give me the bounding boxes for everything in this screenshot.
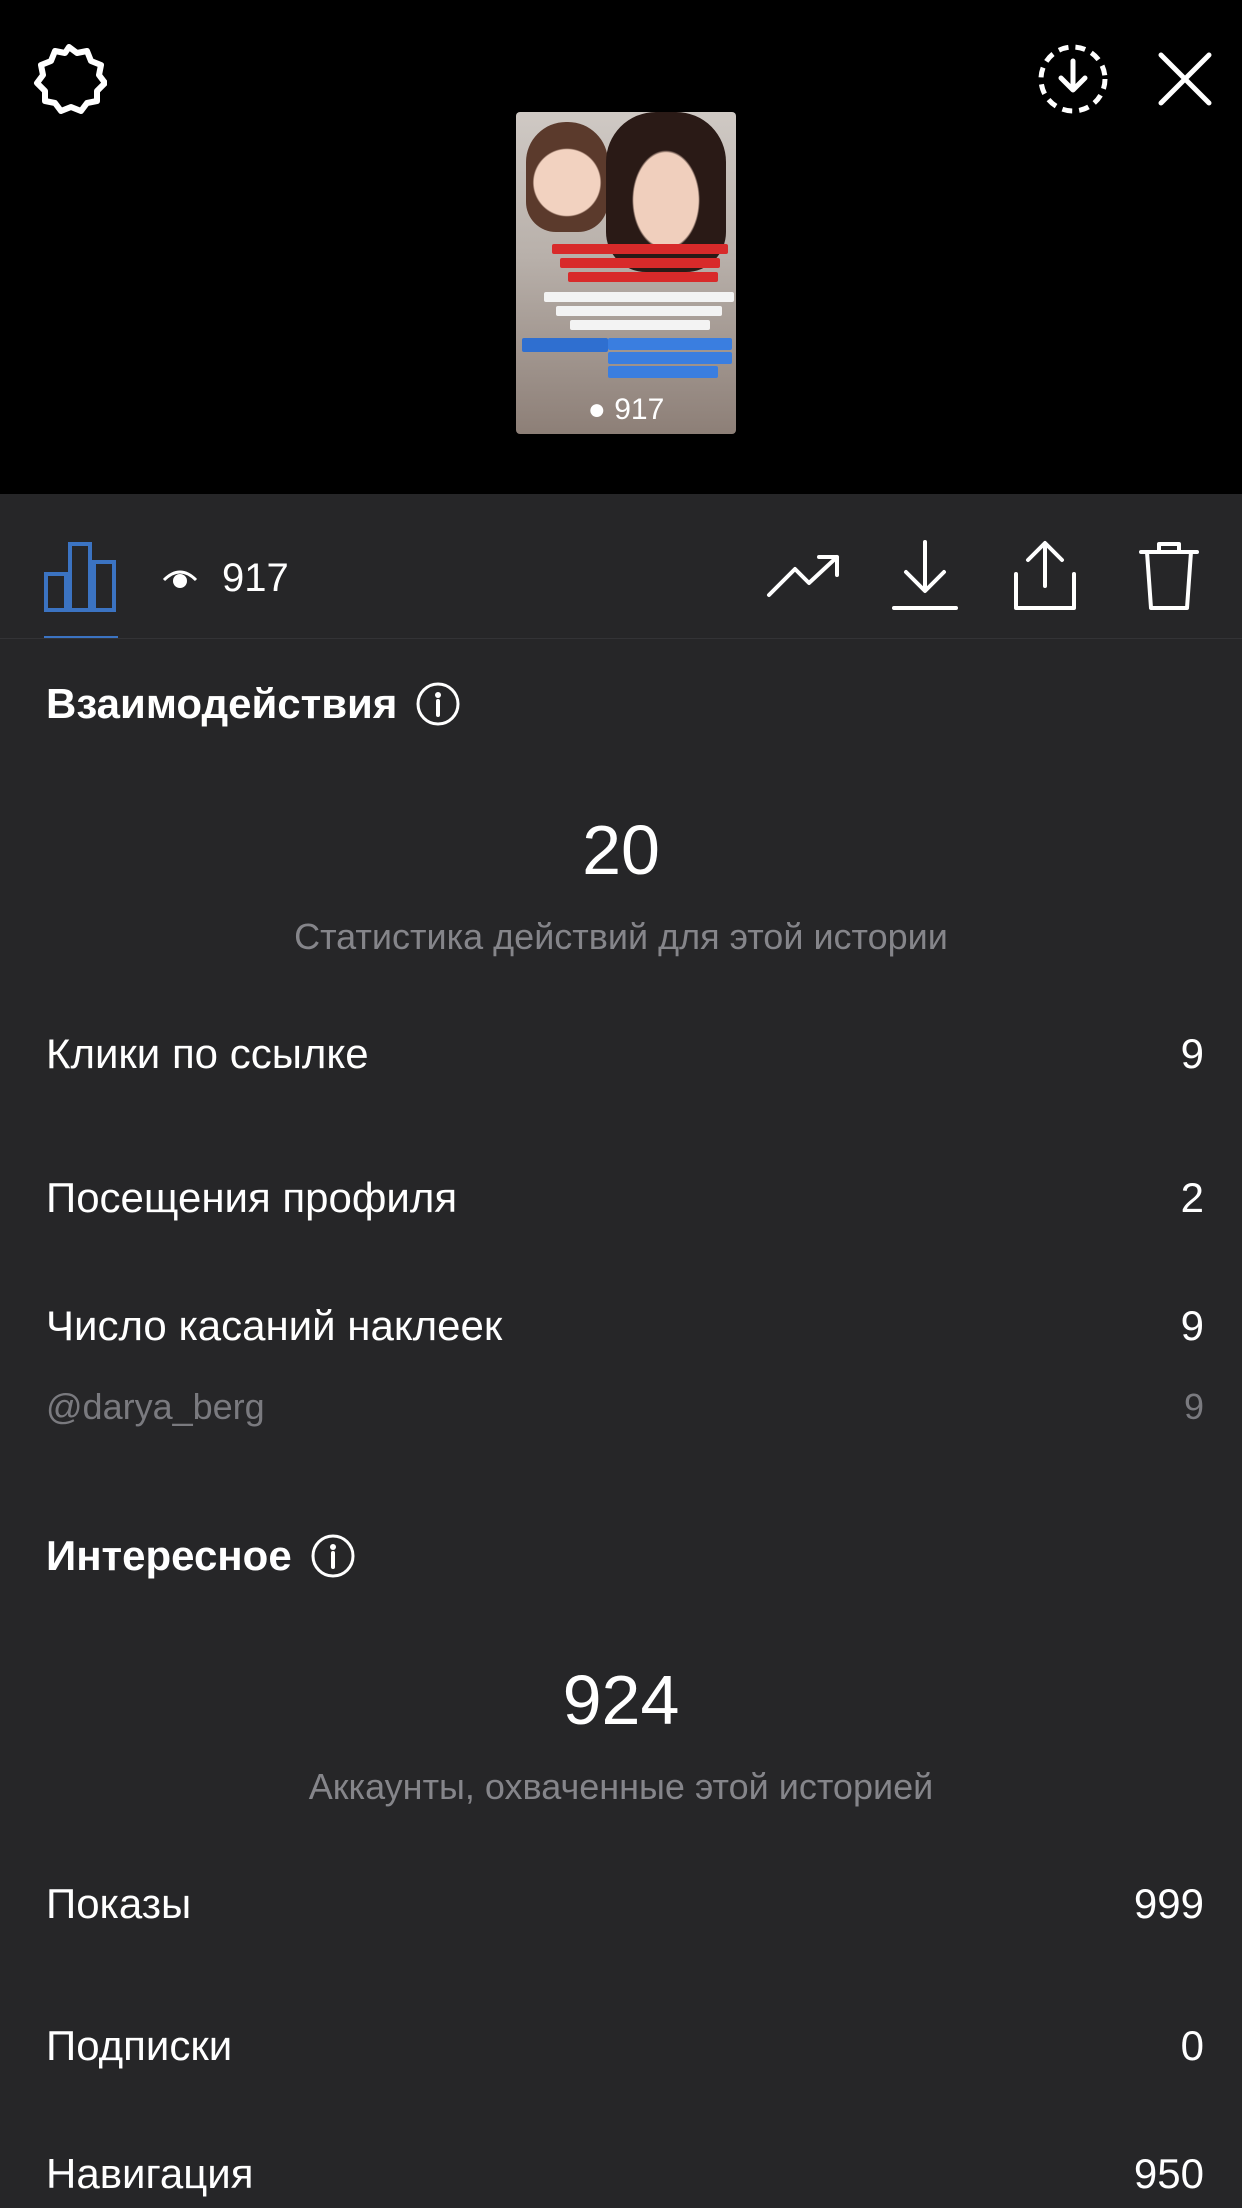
interaction-row-sticker-taps: Число касаний наклеек 9 xyxy=(46,1302,1204,1350)
interactions-section-title: Взаимодействия xyxy=(46,680,461,728)
discovery-row-impressions: Показы 999 xyxy=(46,1880,1204,1928)
bar-chart-icon xyxy=(44,542,116,612)
sticker-mention-label: @darya_berg xyxy=(46,1386,265,1427)
share-button[interactable] xyxy=(1000,534,1090,618)
sticker-mention-row[interactable]: @darya_berg 9 xyxy=(46,1386,1204,1428)
sticker-mention-value: 9 xyxy=(1183,1386,1204,1427)
discovery-row-navigation: Навигация 950 xyxy=(46,2150,1204,2198)
row-value: 9 xyxy=(1180,1302,1204,1349)
row-value: 0 xyxy=(1180,2022,1204,2069)
viewers-count[interactable]: 917 xyxy=(160,548,289,608)
close-icon xyxy=(1158,52,1212,106)
row-value: 9 xyxy=(1180,1030,1204,1077)
discovery-row-follows: Подписки 0 xyxy=(46,2022,1204,2070)
story-sticker xyxy=(556,306,722,316)
save-story-button[interactable] xyxy=(1028,34,1118,124)
eye-icon: ● xyxy=(587,393,606,426)
row-value: 2 xyxy=(1180,1174,1204,1221)
stats-tab[interactable] xyxy=(38,534,122,618)
discovery-total: 924 xyxy=(562,1661,680,1739)
share-icon xyxy=(1014,541,1076,610)
row-label: Число касаний наклеек xyxy=(46,1302,503,1349)
story-sticker xyxy=(552,244,728,254)
row-label: Подписки xyxy=(46,2022,233,2069)
row-label: Клики по ссылке xyxy=(46,1030,369,1077)
story-sticker xyxy=(544,292,734,302)
mention-sticker xyxy=(522,338,608,352)
row-value: 950 xyxy=(1133,2150,1204,2197)
story-insights-screen: ● 917 917 Взаимодействия 20 Статистика д… xyxy=(0,0,1242,2208)
close-button[interactable] xyxy=(1140,34,1230,124)
download-circle-icon xyxy=(1038,44,1108,114)
interaction-row-link-clicks: Клики по ссылке 9 xyxy=(46,1030,1204,1078)
row-label: Посещения профиля xyxy=(46,1174,458,1221)
promote-button[interactable] xyxy=(760,534,850,618)
interactions-title-text: Взаимодействия xyxy=(46,680,398,727)
delete-button[interactable] xyxy=(1124,534,1214,618)
preview-pointer xyxy=(596,466,656,496)
interactions-total: 20 xyxy=(582,811,660,889)
row-value: 999 xyxy=(1133,1880,1204,1927)
settings-button[interactable] xyxy=(24,34,114,124)
interaction-row-profile-visits: Посещения профиля 2 xyxy=(46,1174,1204,1222)
info-icon[interactable] xyxy=(415,681,461,727)
thumbnail-views-value: 917 xyxy=(614,393,665,426)
info-icon[interactable] xyxy=(310,1533,356,1579)
row-label: Показы xyxy=(46,1880,192,1927)
interactions-caption: Статистика действий для этой истории xyxy=(294,916,948,957)
trending-up-icon xyxy=(767,555,839,597)
story-sticker xyxy=(608,338,732,350)
story-sticker xyxy=(608,352,732,364)
story-thumbnail[interactable]: ● 917 xyxy=(516,112,736,434)
thumbnail-view-count: ● 917 xyxy=(516,390,736,430)
story-sticker xyxy=(568,272,718,282)
story-sticker xyxy=(570,320,710,330)
gear-icon xyxy=(34,44,107,114)
story-image-person-left xyxy=(526,122,608,232)
toolbar-divider xyxy=(0,638,1242,639)
story-sticker xyxy=(560,258,720,268)
viewers-count-value: 917 xyxy=(222,555,289,600)
discovery-section-title: Интересное xyxy=(46,1532,356,1580)
story-sticker xyxy=(608,366,718,378)
insights-toolbar: 917 xyxy=(0,494,1242,638)
row-label: Навигация xyxy=(46,2150,254,2197)
discovery-caption: Аккаунты, охваченные этой историей xyxy=(308,1766,934,1807)
trash-icon xyxy=(1139,542,1199,610)
discovery-title-text: Интересное xyxy=(46,1532,292,1579)
download-button[interactable] xyxy=(880,534,970,618)
eye-icon xyxy=(162,570,198,588)
story-preview-area: ● 917 xyxy=(0,0,1242,496)
download-icon xyxy=(892,540,958,610)
